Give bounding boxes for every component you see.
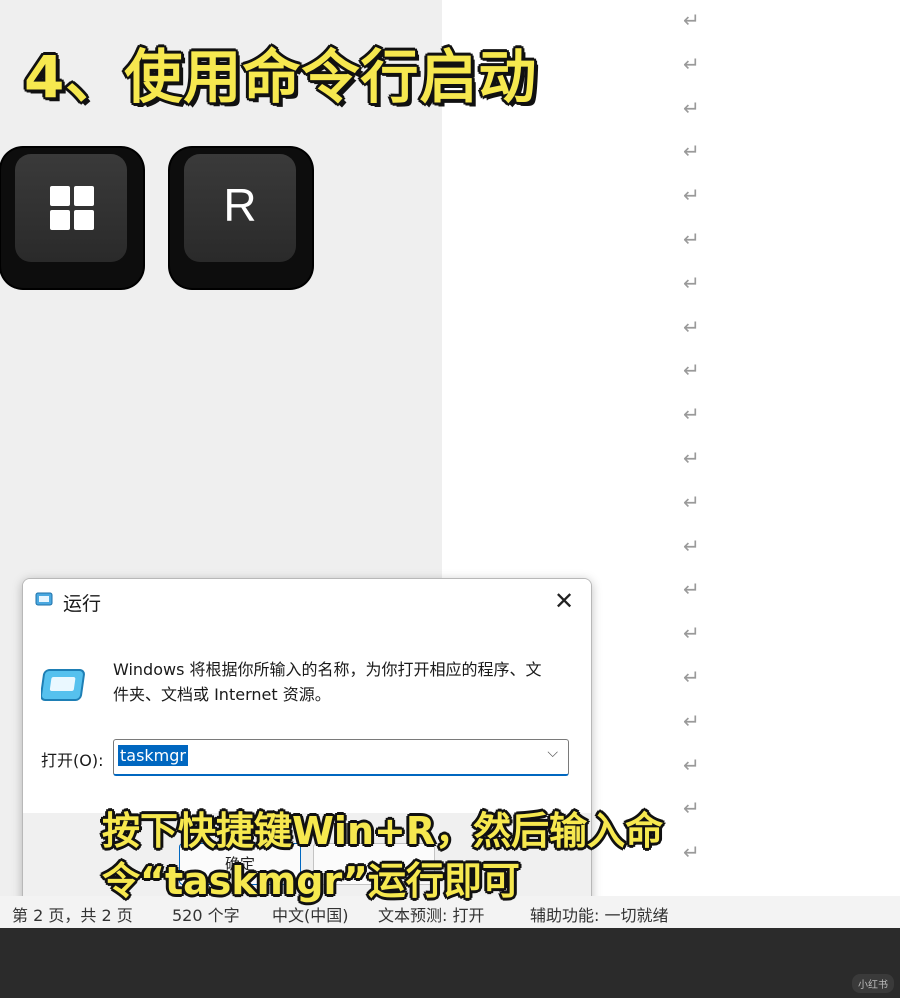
status-prediction[interactable]: 文本预测: 打开 bbox=[378, 902, 484, 926]
status-words[interactable]: 520 个字 bbox=[172, 902, 240, 926]
status-language[interactable]: 中文(中国) bbox=[272, 902, 349, 926]
paragraph-mark: ↵ bbox=[683, 446, 700, 470]
paragraph-mark: ↵ bbox=[683, 402, 700, 427]
r-key-label: R bbox=[223, 179, 257, 231]
caption-line-1: 按下快捷键Win+R，然后输入命 bbox=[102, 809, 664, 853]
open-label: 打开(O): bbox=[41, 751, 104, 770]
paragraph-mark: ↵ bbox=[683, 8, 700, 32]
open-input[interactable]: taskmgr ⌵ bbox=[113, 739, 569, 776]
r-key: R bbox=[170, 148, 312, 288]
paragraph-mark: ↵ bbox=[683, 95, 700, 120]
windows-logo-icon bbox=[50, 186, 94, 230]
status-page[interactable]: 第 2 页，共 2 页 bbox=[12, 902, 133, 926]
paragraph-mark: ↵ bbox=[683, 752, 700, 777]
step-heading: 4、使用命令行启动 bbox=[24, 43, 538, 111]
paragraph-mark: ↵ bbox=[683, 270, 700, 295]
paragraph-mark: ↵ bbox=[683, 51, 700, 76]
paragraph-mark: ↵ bbox=[683, 621, 700, 646]
paragraph-mark: ↵ bbox=[683, 665, 700, 689]
paragraph-mark: ↵ bbox=[683, 314, 700, 339]
close-icon[interactable]: ✕ bbox=[551, 588, 577, 614]
paragraph-mark: ↵ bbox=[683, 489, 700, 514]
dialog-titlebar: 运行 ✕ bbox=[23, 579, 591, 623]
chevron-down-icon[interactable]: ⌵ bbox=[547, 745, 558, 761]
paragraph-mark: ↵ bbox=[683, 139, 700, 164]
dialog-title: 运行 bbox=[63, 593, 102, 615]
windows-key bbox=[1, 148, 143, 288]
dialog-body bbox=[23, 623, 591, 813]
run-program-icon bbox=[41, 669, 85, 701]
paragraph-mark: ↵ bbox=[683, 708, 700, 733]
paragraph-mark: ↵ bbox=[683, 533, 700, 558]
taskbar-area: 小红书 bbox=[0, 928, 900, 998]
watermark: 小红书 bbox=[852, 974, 894, 993]
dialog-description: Windows 将根据你所输入的名称，为你打开相应的程序、文件夹、文档或 Int… bbox=[113, 660, 542, 704]
run-icon bbox=[35, 592, 53, 606]
paragraph-mark: ↵ bbox=[683, 577, 700, 602]
paragraph-mark: ↵ bbox=[683, 358, 700, 383]
paragraph-mark: ↵ bbox=[683, 227, 700, 251]
open-input-value[interactable]: taskmgr bbox=[118, 745, 188, 766]
paragraph-mark: ↵ bbox=[683, 183, 700, 208]
status-accessibility[interactable]: 辅助功能: 一切就绪 bbox=[530, 902, 668, 926]
caption-line-2: 令“taskmgr”运行即可 bbox=[102, 859, 520, 903]
